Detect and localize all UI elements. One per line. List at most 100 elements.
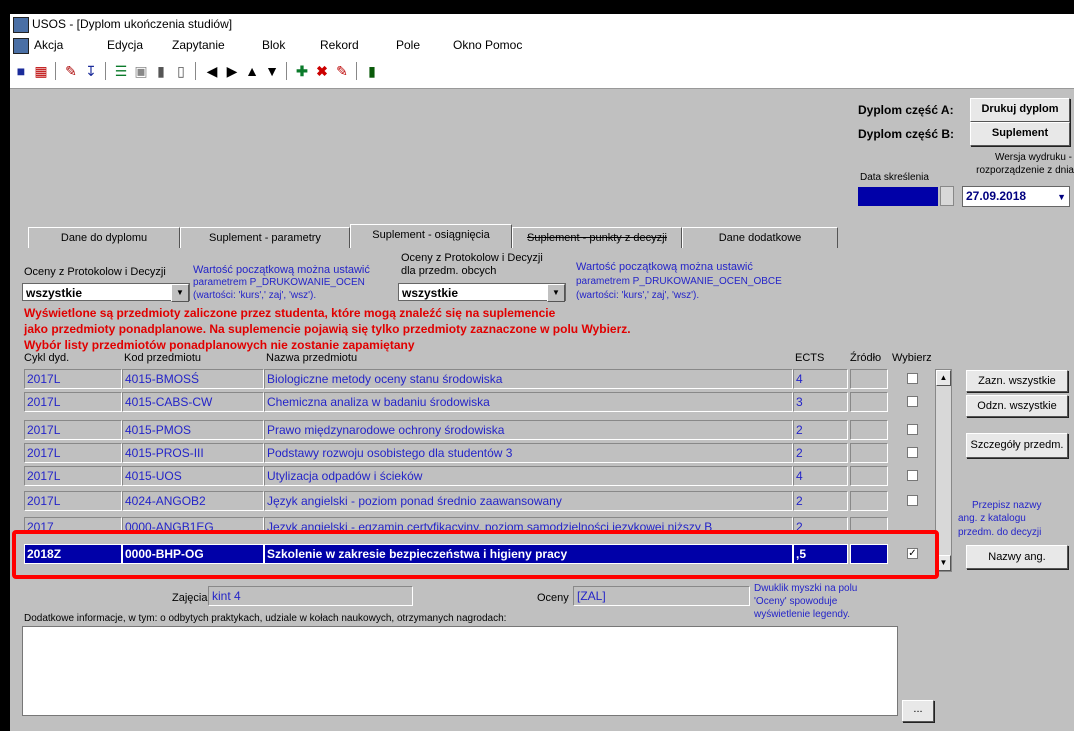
menu-akcja[interactable]: Akcja xyxy=(34,38,63,52)
layout-icon[interactable]: ▣ xyxy=(132,62,150,80)
scroll-up-icon[interactable]: ▲ xyxy=(936,370,951,386)
warning-line-1: Wyświetlone są przedmioty zaliczone prze… xyxy=(24,306,556,320)
cell-ects[interactable]: 2 xyxy=(793,443,848,463)
cell-cykl[interactable]: 2017L xyxy=(24,369,122,389)
warning-line-2: jako przedmioty ponadplanowe. Na supleme… xyxy=(24,322,631,336)
cell-kod[interactable]: 4015-UOS xyxy=(122,466,264,486)
wybierz-checkbox[interactable] xyxy=(907,424,918,435)
odznacz-wszystkie-button[interactable]: Odzn. wszystkie xyxy=(966,395,1068,417)
oceny-field[interactable]: [ZAL] xyxy=(573,586,750,606)
cell-kod[interactable]: 4015-CABS-CW xyxy=(122,392,264,412)
toolbar-separator xyxy=(195,62,196,80)
menu-pomoc[interactable]: Pomoc xyxy=(485,38,522,52)
ellipsis-button[interactable]: ... xyxy=(902,700,934,722)
cell-zrodlo[interactable] xyxy=(850,420,888,440)
cell-ects[interactable]: 4 xyxy=(793,466,848,486)
tab-suplement-punkty[interactable]: Suplement - punkty z decyzji xyxy=(512,227,682,248)
cell-ects[interactable]: 2 xyxy=(793,420,848,440)
wybierz-checkbox[interactable] xyxy=(907,373,918,384)
save-icon[interactable]: ■ xyxy=(12,62,30,80)
cell-kod[interactable]: 4015-BMOSŚ xyxy=(122,369,264,389)
warning-line-3: Wybór listy przedmiotów ponadplanowych n… xyxy=(24,338,415,352)
tab-suplement-osiagniecia[interactable]: Suplement - osiągnięcia xyxy=(350,224,512,248)
suplement-button[interactable]: Suplement xyxy=(970,122,1070,146)
cell-nazwa[interactable]: Biologiczne metody oceny stanu środowisk… xyxy=(264,369,793,389)
dodatkowe-textarea[interactable] xyxy=(22,626,898,716)
zaznacz-wszystkie-button[interactable]: Zazn. wszystkie xyxy=(966,370,1068,392)
cell-nazwa[interactable]: Utylizacja odpadów i ścieków xyxy=(264,466,793,486)
wybierz-checkbox[interactable] xyxy=(907,447,918,458)
menu-edycja[interactable]: Edycja xyxy=(107,38,143,52)
last-record-icon[interactable]: ▶ xyxy=(223,62,241,80)
prev-record-icon[interactable]: ▲ xyxy=(243,62,261,80)
cell-ects[interactable]: 4 xyxy=(793,369,848,389)
tab-dane-dodatkowe[interactable]: Dane dodatkowe xyxy=(682,227,838,248)
exit-icon[interactable]: ▮ xyxy=(363,62,381,80)
obce-label-1: Oceny z Protokolow i Decyzji xyxy=(401,252,543,264)
tab-suplement-parametry[interactable]: Suplement - parametry xyxy=(180,227,350,248)
menu-zapytanie[interactable]: Zapytanie xyxy=(172,38,225,52)
legenda-hint-3: wyświetlenie legendy. xyxy=(754,609,850,620)
cell-kod[interactable]: 4024-ANGOB2 xyxy=(122,491,264,511)
menu-rekord[interactable]: Rekord xyxy=(320,38,359,52)
download-icon[interactable]: ↧ xyxy=(82,62,100,80)
wybierz-checkbox[interactable] xyxy=(907,470,918,481)
drukuj-dyplom-button[interactable]: Drukuj dyplom xyxy=(970,98,1070,122)
zajecia-label: Zajęcia xyxy=(172,592,208,604)
cell-zrodlo[interactable] xyxy=(850,466,888,486)
cell-ects[interactable]: 3 xyxy=(793,392,848,412)
cell-nazwa[interactable]: Chemiczna analiza w badaniu środowiska xyxy=(264,392,793,412)
menu-bar: Akcja Edycja Zapytanie Blok Rekord Pole … xyxy=(10,36,1074,56)
cell-kod[interactable]: 4015-PROS-III xyxy=(122,443,264,463)
wersja-select[interactable]: 27.09.2018 ▼ xyxy=(962,186,1070,207)
obce-note-2: parametrem P_DRUKOWANIE_OCEN_OBCE xyxy=(576,276,782,287)
chart-bar-icon[interactable]: ▮ xyxy=(152,62,170,80)
szczegoly-przedmiotu-button[interactable]: Szczegóły przedm. xyxy=(966,433,1068,458)
system-menu-icon[interactable] xyxy=(13,38,29,54)
cell-cykl[interactable]: 2017L xyxy=(24,443,122,463)
cell-zrodlo[interactable] xyxy=(850,392,888,412)
menu-blok[interactable]: Blok xyxy=(262,38,285,52)
cell-cykl[interactable]: 2017L xyxy=(24,491,122,511)
wersja-label-1: Wersja wydruku - xyxy=(994,152,1072,163)
toolbar-separator xyxy=(356,62,357,80)
first-record-icon[interactable]: ◀ xyxy=(203,62,221,80)
date-spinner[interactable] xyxy=(940,186,954,206)
oceny-select[interactable]: wszystkie ▼ xyxy=(22,283,190,302)
obce-note-3: (wartości: 'kurs',' zaj', 'wsz'). xyxy=(576,290,700,301)
cell-nazwa[interactable]: Język angielski - poziom ponad średnio z… xyxy=(264,491,793,511)
wybierz-checkbox[interactable] xyxy=(907,495,918,506)
cell-cykl[interactable]: 2017L xyxy=(24,466,122,486)
usos-app-icon xyxy=(13,17,29,33)
oceny-note-3: (wartości: 'kurs',' zaj', 'wsz'). xyxy=(193,290,317,301)
oceny-value: wszystkie xyxy=(26,286,83,300)
cell-nazwa[interactable]: Prawo międzynarodowe ochrony środowiska xyxy=(264,420,793,440)
cell-cykl[interactable]: 2017L xyxy=(24,392,122,412)
col-header-ects: ECTS xyxy=(795,352,825,364)
menu-okno[interactable]: Okno xyxy=(453,38,482,52)
cell-nazwa[interactable]: Podstawy rozwoju osobistego dla studentó… xyxy=(264,443,793,463)
cell-kod[interactable]: 4015-PMOS xyxy=(122,420,264,440)
tab-dane-do-dyplomu[interactable]: Dane do dyplomu xyxy=(28,227,180,248)
print-preview-icon[interactable]: ▦ xyxy=(32,62,50,80)
dyplom-a-label: Dyplom część A: xyxy=(858,103,954,117)
nazwy-ang-button[interactable]: Nazwy ang. xyxy=(966,545,1068,569)
wybierz-checkbox[interactable] xyxy=(907,396,918,407)
cell-cykl[interactable]: 2017L xyxy=(24,420,122,440)
cell-zrodlo[interactable] xyxy=(850,369,888,389)
filter-icon[interactable]: ☰ xyxy=(112,62,130,80)
cell-zrodlo[interactable] xyxy=(850,491,888,511)
cell-ects[interactable]: 2 xyxy=(793,491,848,511)
next-record-icon[interactable]: ▼ xyxy=(263,62,281,80)
obce-select[interactable]: wszystkie ▼ xyxy=(398,283,566,302)
przepisz-label-2: ang. z katalogu xyxy=(958,513,1026,524)
clear-icon[interactable]: ✎ xyxy=(333,62,351,80)
add-record-icon[interactable]: ✚ xyxy=(293,62,311,80)
delete-record-icon[interactable]: ✖ xyxy=(313,62,331,80)
chart-bar2-icon[interactable]: ▯ xyxy=(172,62,190,80)
data-skreslenia-field[interactable] xyxy=(858,187,938,206)
edit-icon[interactable]: ✎ xyxy=(62,62,80,80)
menu-pole[interactable]: Pole xyxy=(396,38,420,52)
cell-zrodlo[interactable] xyxy=(850,443,888,463)
zajecia-field[interactable]: kint 4 xyxy=(208,586,413,606)
